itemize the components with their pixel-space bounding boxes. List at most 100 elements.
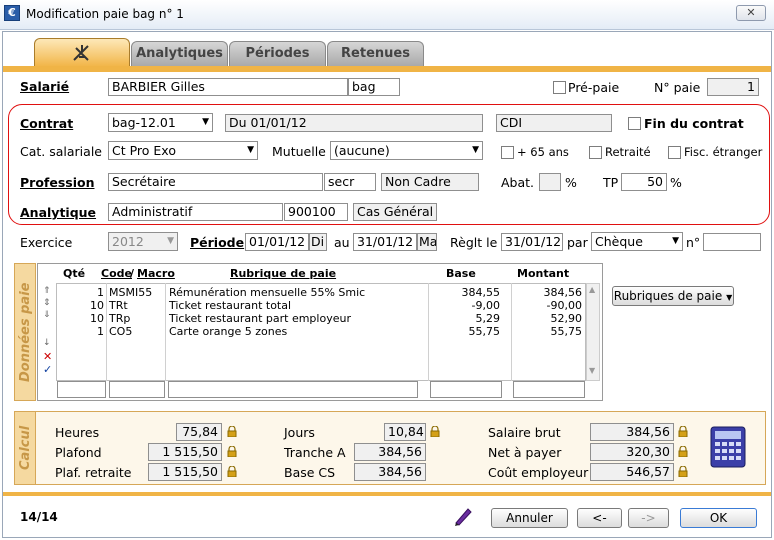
edit-montant-input[interactable] — [513, 381, 585, 398]
heures-value: 75,84 — [176, 423, 222, 441]
reglt-field[interactable]: 31/01/12 — [501, 233, 563, 251]
row-montant[interactable]: 384,56 — [512, 286, 583, 299]
edit-code-input[interactable] — [109, 381, 165, 398]
edit-qte-input[interactable] — [57, 381, 106, 398]
analytique-field[interactable]: Administratif — [108, 203, 283, 221]
row-rubrique[interactable]: Ticket restaurant total — [169, 299, 291, 312]
fin-contrat-checkbox[interactable] — [628, 117, 641, 130]
no-field[interactable] — [703, 233, 761, 251]
col-macro[interactable]: Macro — [137, 267, 175, 280]
tab-periodes[interactable]: Périodes — [229, 41, 326, 66]
contrat-select[interactable]: bag-12.01 ▼ — [108, 113, 213, 132]
plafret-label: Plaf. retraite — [55, 465, 132, 480]
scroll-down-icon[interactable]: ▼ — [589, 366, 595, 375]
mutuelle-value: (aucune) — [334, 143, 390, 158]
par-select[interactable]: Chèque ▼ — [591, 232, 683, 251]
donnees-side-label: Données paie — [14, 263, 36, 401]
row-montant[interactable]: 52,90 — [512, 312, 583, 325]
tab-retenues[interactable]: Retenues — [327, 41, 424, 66]
contrat-date-field: Du 01/01/12 — [225, 114, 483, 132]
row-qte[interactable]: 1 — [70, 325, 104, 338]
col-montant: Montant — [517, 267, 570, 280]
profession-code-field[interactable]: secr — [324, 173, 376, 191]
move-down-icon[interactable]: ⇓ — [43, 310, 51, 320]
row-qte[interactable]: 10 — [70, 299, 104, 312]
cat-select[interactable]: Ct Pro Exo ▼ — [108, 141, 258, 160]
edit-base-input[interactable] — [430, 381, 502, 398]
tab-analytiques[interactable]: Analytiques — [131, 41, 228, 66]
row-rubrique[interactable]: Ticket restaurant part employeur — [169, 312, 351, 325]
ok-button[interactable]: OK — [680, 508, 757, 528]
analytique-code-field[interactable]: 900100 — [284, 203, 348, 221]
contrat-value: bag-12.01 — [112, 115, 176, 130]
row-code[interactable]: TRp — [109, 312, 130, 325]
npaie-label: N° paie — [654, 80, 701, 95]
delete-icon[interactable]: ✕ — [43, 350, 52, 363]
prev-button[interactable]: <- — [577, 508, 622, 528]
row-code[interactable]: CO5 — [109, 325, 132, 338]
row-base[interactable]: 5,29 — [430, 312, 501, 325]
periode-label: Période — [190, 235, 245, 250]
contrat-type-field: CDI — [496, 114, 612, 132]
cout-value: 546,57 — [590, 463, 674, 481]
net-value: 320,30 — [590, 443, 674, 461]
prepaie-checkbox[interactable] — [553, 81, 566, 94]
next-button[interactable]: -> — [628, 508, 669, 528]
chevron-down-icon: ▼ — [167, 236, 174, 246]
periode-fin-field[interactable]: 31/01/12 — [353, 233, 417, 251]
validate-icon[interactable]: ✓ — [43, 363, 52, 376]
arrow-down-icon[interactable]: ↓ — [43, 338, 51, 348]
col-slash: / — [130, 267, 135, 280]
row-base[interactable]: -9,00 — [430, 299, 500, 312]
exercice-label: Exercice — [20, 235, 73, 250]
calculator-icon[interactable] — [710, 426, 746, 468]
edit-rubrique-input[interactable] — [168, 381, 418, 398]
heures-label: Heures — [55, 425, 100, 440]
basecs-value: 384,56 — [354, 463, 426, 481]
salarie-name-field[interactable]: BARBIER Gilles — [108, 78, 348, 96]
basecs-label: Base CS — [284, 465, 336, 480]
salarie-label: Salarié — [20, 79, 70, 94]
exercice-select[interactable]: 2012 ▼ — [108, 232, 178, 251]
abat-field[interactable] — [539, 173, 561, 191]
par-value: Chèque — [595, 234, 643, 249]
lock-icon — [227, 446, 237, 457]
plus65-checkbox[interactable] — [501, 146, 514, 159]
par-label: par — [567, 235, 588, 250]
profession-field[interactable]: Secrétaire — [108, 173, 323, 191]
close-button[interactable]: ✕ — [736, 5, 766, 21]
rubriques-button[interactable]: Rubriques de paie ▼ — [612, 286, 734, 306]
fisc-checkbox[interactable] — [668, 146, 681, 159]
col-rubrique[interactable]: Rubrique de paie — [230, 267, 336, 280]
row-base[interactable]: 55,75 — [430, 325, 501, 338]
statut-field: Non Cadre — [381, 173, 479, 191]
scroll-up-icon[interactable]: ▲ — [589, 285, 595, 294]
row-code[interactable]: TRt — [109, 299, 128, 312]
retraite-checkbox[interactable] — [589, 146, 602, 159]
move-up-icon[interactable]: ⇑ — [43, 286, 51, 296]
periode-debut-field[interactable]: 01/01/12 — [245, 233, 309, 251]
row-base[interactable]: 384,55 — [430, 286, 501, 299]
lock-icon — [678, 446, 688, 457]
plafret-value: 1 515,50 — [148, 463, 222, 481]
contrat-label: Contrat — [20, 116, 74, 131]
tranchea-label: Tranche A — [284, 445, 346, 460]
annuler-button[interactable]: Annuler — [491, 508, 568, 528]
tab-general[interactable] — [34, 38, 130, 66]
row-qte[interactable]: 1 — [70, 286, 104, 299]
row-montant[interactable]: 55,75 — [512, 325, 583, 338]
row-montant[interactable]: -90,00 — [512, 299, 582, 312]
salarie-code-field[interactable]: bag — [348, 78, 400, 96]
tp-field[interactable]: 50 — [621, 173, 667, 191]
col-code[interactable]: Code — [101, 267, 132, 280]
mutuelle-select[interactable]: (aucune) ▼ — [330, 141, 483, 160]
pen-icon[interactable] — [452, 505, 474, 527]
row-qte[interactable]: 10 — [70, 312, 104, 325]
insert-icon[interactable]: ⇕ — [43, 298, 51, 308]
stamp-icon — [73, 45, 89, 61]
row-rubrique[interactable]: Rémunération mensuelle 55% Smic — [169, 286, 365, 299]
footer-accent-bar — [3, 492, 771, 496]
lock-icon — [227, 466, 237, 477]
row-code[interactable]: MSMI55 — [109, 286, 152, 299]
row-rubrique[interactable]: Carte orange 5 zones — [169, 325, 287, 338]
